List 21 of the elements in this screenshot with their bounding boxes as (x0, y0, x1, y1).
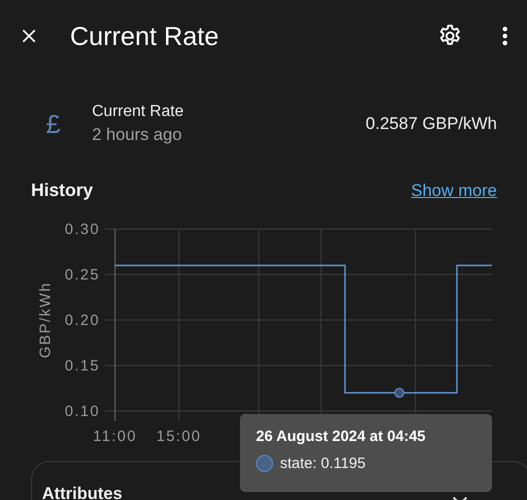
axis-label: 11:00 (93, 428, 137, 445)
section-title: History (31, 180, 94, 201)
data-point (394, 388, 404, 398)
series-dot (256, 455, 273, 472)
axis-label: 0.10 (64, 403, 100, 420)
entity-state: 0.2587 GBP/kWh (366, 114, 497, 134)
last-updated: 2 hours ago (92, 125, 183, 145)
tooltip-value: state: 0.1195 (280, 455, 366, 472)
axis-label: 0.15 (64, 358, 100, 374)
section-title: Attributes (42, 484, 122, 500)
axis-label: 0.25 (64, 266, 100, 284)
axis-title: GBP/kWh (37, 282, 54, 358)
entity-name: Current Rate (92, 103, 185, 121)
show-more-link[interactable]: Show more (411, 180, 497, 200)
dots-icon (501, 24, 509, 48)
tooltip-title: 26 August 2024 at 04:45 (256, 428, 427, 445)
axis-label: 15:00 (156, 428, 202, 445)
pound-icon: £ (46, 108, 70, 140)
axis-label: 0.30 (64, 221, 100, 238)
dialog-title: Current Rate (70, 20, 220, 52)
axis-label: 0.20 (64, 312, 100, 329)
